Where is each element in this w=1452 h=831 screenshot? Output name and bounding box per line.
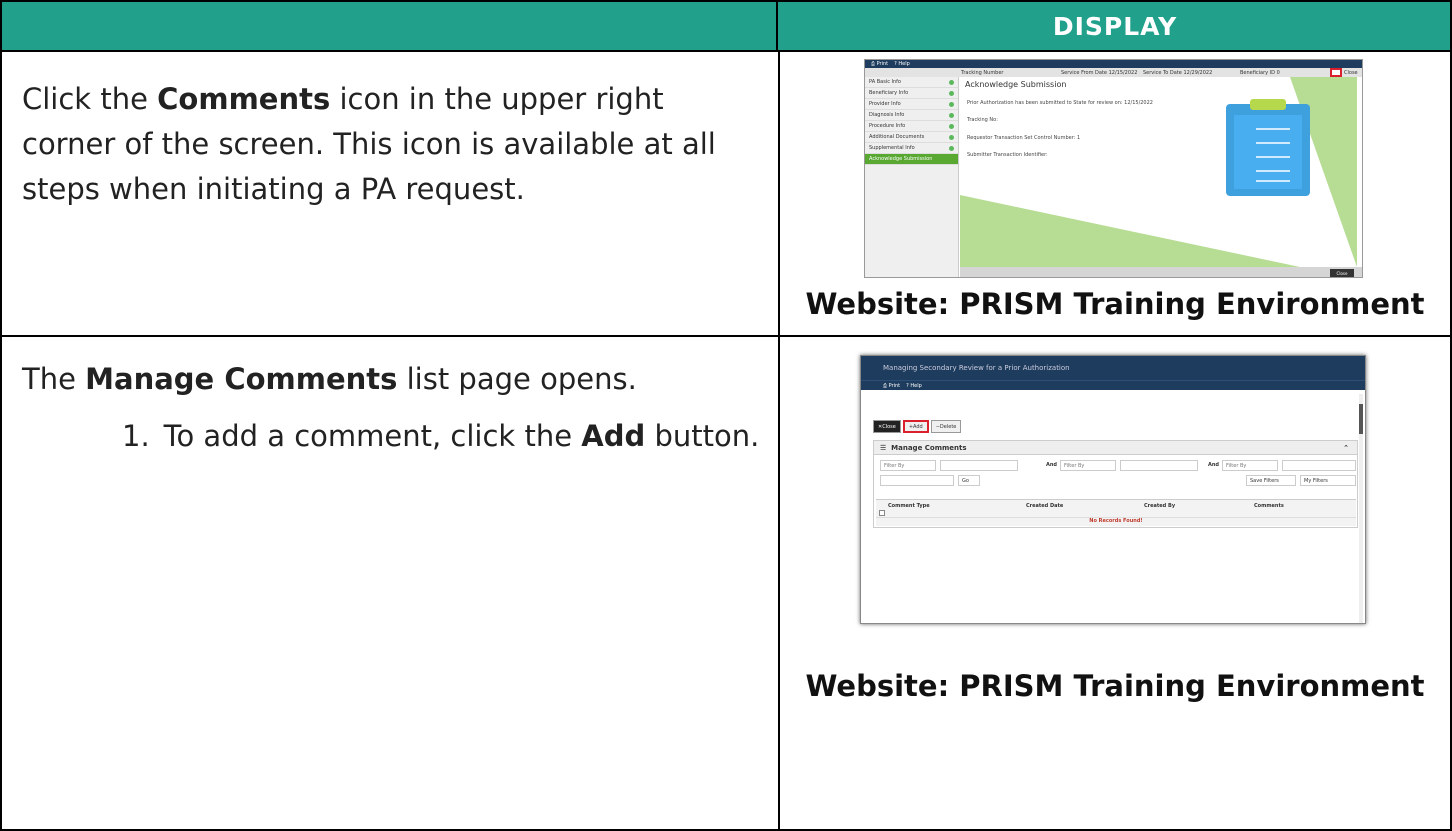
col-created-by[interactable]: Created By: [1144, 503, 1175, 509]
col-comment-type[interactable]: Comment Type: [888, 503, 930, 509]
check-icon: [949, 134, 954, 140]
filter-value-2[interactable]: [1120, 460, 1198, 471]
nav-item-active[interactable]: Acknowledge Submission: [865, 154, 958, 165]
nav-item[interactable]: Supplemental Info: [865, 143, 958, 154]
filter-select-3[interactable]: Filter By: [1222, 460, 1278, 471]
scrollbar-thumb[interactable]: [1359, 404, 1363, 434]
nav-item[interactable]: Provider Info: [865, 99, 958, 110]
check-icon: [949, 90, 954, 96]
close-link[interactable]: Close: [1344, 70, 1358, 76]
action-buttons: ✕ Close + Add − Delete: [873, 420, 962, 433]
and-label-1: And: [1046, 462, 1058, 468]
step-nav: PA Basic Info Beneficiary Info Provider …: [865, 77, 959, 277]
no-records-message: No Records Found!: [876, 517, 1356, 526]
tracking-no: Tracking No:: [967, 117, 998, 123]
table-header-row: Comment Type Created Date Created By Com…: [876, 499, 1356, 517]
close-button[interactable]: ✕ Close: [873, 420, 901, 433]
filter-value-4[interactable]: [880, 475, 954, 486]
row2-caption: Website: PRISM Training Environment: [805, 669, 1425, 703]
delete-button[interactable]: − Delete: [930, 420, 962, 433]
check-icon: [949, 79, 954, 85]
nav-item[interactable]: Beneficiary Info: [865, 88, 958, 99]
portal-title-bar: Managing Secondary Review for a Prior Au…: [861, 356, 1365, 380]
table-header: DISPLAY: [2, 2, 1450, 52]
filter-value-1[interactable]: [940, 460, 1018, 471]
collapse-icon[interactable]: ⌃: [1343, 444, 1349, 452]
filter-select-1[interactable]: Filter By: [880, 460, 936, 471]
row1-instruction: Click the Comments icon in the upper rig…: [22, 82, 716, 206]
info-bar: Tracking Number Service From Date 12/15/…: [865, 68, 1362, 77]
nav-item[interactable]: Procedure Info: [865, 121, 958, 132]
and-label-2: And: [1208, 462, 1220, 468]
row2-step: 1. To add a comment, click the Add button…: [122, 419, 760, 453]
check-icon: [949, 101, 954, 107]
service-from: Service From Date 12/15/2022: [1061, 69, 1138, 76]
check-icon: [949, 145, 954, 151]
beneficiary-id: Beneficiary ID 0: [1240, 69, 1280, 76]
filter-value-3[interactable]: [1282, 460, 1356, 471]
help-link[interactable]: ? Help: [906, 383, 922, 389]
nav-item[interactable]: Additional Documents: [865, 132, 958, 143]
row2-instruction: The Manage Comments list page opens.: [22, 362, 637, 396]
portal-links: ⎙ Print ? Help: [861, 380, 1365, 390]
header-left-cell: [2, 2, 778, 50]
manage-comments-panel: ☰ Manage Comments ⌃ Filter By And Filter …: [873, 440, 1358, 528]
submitted-line: Prior Authorization has been submitted t…: [967, 100, 1153, 106]
page-title: Acknowledge Submission: [965, 80, 1067, 89]
filter-select-2[interactable]: Filter By: [1060, 460, 1116, 471]
submitter-id: Submitter Transaction Identifier:: [967, 152, 1048, 158]
tracking-label: Tracking Number: [961, 69, 1004, 76]
instruction-table: DISPLAY Click the Comments icon in the u…: [0, 0, 1452, 831]
nav-item[interactable]: Diagnosis Info: [865, 110, 958, 121]
print-link[interactable]: ⎙ Print: [871, 61, 888, 67]
control-number: Requestor Transaction Set Control Number…: [967, 135, 1081, 141]
check-icon: [949, 112, 954, 118]
panel-footer: Close: [960, 267, 1362, 277]
select-all-checkbox[interactable]: [879, 510, 885, 516]
close-button[interactable]: Close: [1330, 269, 1354, 277]
col-created-date[interactable]: Created Date: [1026, 503, 1063, 509]
header-display: DISPLAY: [1052, 11, 1178, 41]
comments-icon[interactable]: [1330, 68, 1342, 77]
go-button[interactable]: Go: [958, 475, 980, 486]
nav-item[interactable]: PA Basic Info: [865, 77, 958, 88]
my-filters-button[interactable]: My Filters: [1300, 475, 1356, 486]
help-link[interactable]: ? Help: [894, 61, 910, 67]
column-divider: [778, 50, 780, 831]
screenshot-acknowledge-submission: ⎙ Print ? Help Tracking Number Service F…: [864, 59, 1363, 278]
print-link[interactable]: ⎙ Print: [883, 383, 900, 389]
screenshot-manage-comments: Managing Secondary Review for a Prior Au…: [860, 355, 1366, 624]
save-filters-button[interactable]: Save Filters: [1246, 475, 1296, 486]
row-divider: [2, 335, 1450, 337]
col-comments[interactable]: Comments: [1254, 503, 1284, 509]
panel-header: ☰ Manage Comments ⌃: [874, 441, 1357, 455]
service-to: Service To Date 12/29/2022: [1143, 69, 1213, 76]
check-icon: [949, 123, 954, 129]
row1-caption: Website: PRISM Training Environment: [805, 287, 1425, 321]
add-button[interactable]: + Add: [902, 420, 929, 433]
submission-panel: Acknowledge Submission Prior Authorizati…: [960, 77, 1357, 267]
scrollbar[interactable]: [1359, 394, 1363, 623]
portal-top-bar: ⎙ Print ? Help: [865, 60, 1362, 68]
